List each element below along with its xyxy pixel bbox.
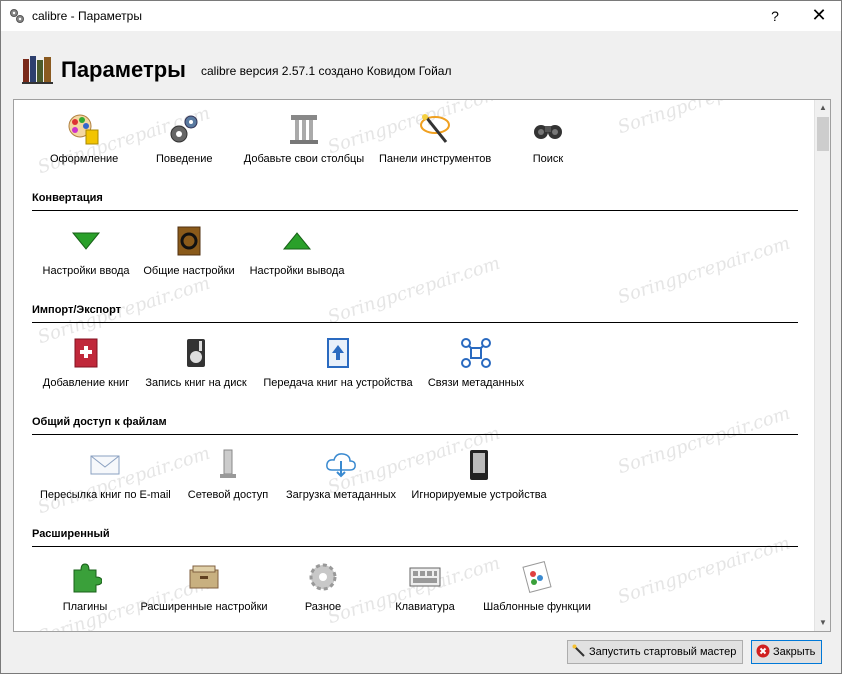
close-circle-icon [756, 644, 770, 658]
pref-saving-books[interactable]: Запись книг на диск [142, 336, 250, 389]
pref-label: Запись книг на диск [145, 377, 247, 389]
welcome-wizard-button[interactable]: Запустить стартовый мастер [567, 640, 744, 664]
scroll-up-arrow-icon[interactable]: ▲ [815, 100, 830, 116]
section-title-conversion: Конвертация [32, 192, 103, 204]
pref-label: Общие настройки [143, 265, 235, 277]
section-title-advanced: Расширенный [32, 528, 110, 540]
pref-label: Шаблонные функции [483, 601, 591, 613]
add-book-icon [74, 338, 98, 368]
pref-label: Клавиатура [395, 601, 455, 613]
pref-tweaks[interactable]: Расширенные настройки [140, 560, 268, 613]
library-books-icon [22, 56, 53, 84]
keyboard-icon [409, 567, 441, 587]
pref-email[interactable]: Пересылка книг по E-mail [40, 448, 171, 501]
binoculars-icon [534, 125, 562, 139]
pref-server[interactable]: Сетевой доступ [184, 448, 272, 501]
window-title: calibre - Параметры [32, 9, 142, 23]
window-close-button[interactable]: ✕ [797, 1, 841, 31]
pref-common-options[interactable]: Общие настройки [142, 224, 236, 277]
section-divider [32, 546, 798, 547]
pref-label: Поведение [156, 153, 213, 165]
section-title-import-export: Импорт/Экспорт [32, 304, 122, 316]
pref-plugins[interactable]: Плагины [60, 560, 110, 613]
section-divider [32, 210, 798, 211]
book-convert-icon [177, 226, 201, 256]
pref-behavior[interactable]: Поведение [156, 112, 213, 165]
preferences-window: calibre - Параметры ? ✕ Параметры calibr… [0, 0, 842, 674]
pref-template-functions[interactable]: Шаблонные функции [482, 560, 592, 613]
drawer-icon [189, 565, 219, 589]
watermark-text: Soringpcrepair.com [615, 532, 793, 609]
help-button[interactable]: ? [753, 1, 797, 31]
watermark-text: Soringpcrepair.com [615, 99, 793, 139]
calibre-app-icon [10, 9, 24, 23]
watermark-text: Soringpcrepair.com [615, 402, 793, 479]
plugin-icon [73, 563, 102, 593]
pref-keyboard[interactable]: Клавиатура [388, 560, 462, 613]
pref-metadata-download[interactable]: Загрузка метаданных [284, 448, 398, 501]
pref-label: Сетевой доступ [187, 489, 269, 501]
scroll-down-arrow-icon[interactable]: ▼ [815, 615, 830, 631]
pref-label: Добавление книг [42, 377, 130, 389]
title-bar[interactable]: calibre - Параметры ? ✕ [1, 1, 841, 31]
watermark-text: Soringpcrepair.com [325, 252, 503, 329]
pref-label: Расширенные настройки [140, 601, 268, 613]
pref-toolbars[interactable]: Панели инструментов [379, 112, 491, 165]
cloud-download-icon [326, 453, 356, 478]
watermark-text: Soringpcrepair.com [615, 232, 793, 309]
pref-label: Плагины [62, 601, 108, 613]
arrow-up-icon [282, 232, 312, 250]
wand-icon [420, 114, 450, 143]
pref-label: Добавьте свои столбцы [243, 153, 365, 165]
pref-output-options[interactable]: Настройки вывода [248, 224, 346, 277]
pref-label: Пересылка книг по E-mail [40, 489, 171, 501]
pref-label: Игнорируемые устройства [411, 489, 547, 501]
pref-label: Настройки вывода [249, 265, 345, 277]
arrow-down-icon [71, 232, 101, 250]
pref-search[interactable]: Поиск [527, 112, 569, 165]
template-functions-icon [522, 560, 552, 594]
pref-label: Передача книг на устройства [263, 377, 413, 389]
metadata-links-icon [461, 338, 491, 368]
appearance-icon [68, 114, 99, 145]
close-button[interactable]: Закрыть [751, 640, 823, 664]
pref-label: Панели инструментов [379, 153, 492, 165]
pref-label: Загрузка метаданных [286, 489, 396, 501]
ereader-icon [470, 450, 488, 480]
pref-miscellaneous[interactable]: Разное [298, 560, 348, 613]
pref-label: Настройки ввода [42, 265, 130, 277]
section-divider [32, 434, 798, 435]
section-divider [32, 322, 798, 323]
column-icon [290, 115, 318, 144]
wand-icon [572, 644, 585, 657]
vertical-scrollbar[interactable]: ▲ ▼ [814, 100, 830, 631]
network-server-icon [220, 449, 236, 478]
email-icon [90, 455, 120, 475]
pref-label: Поиск [532, 153, 564, 165]
misc-gear-icon [309, 563, 337, 591]
pref-input-options[interactable]: Настройки ввода [40, 224, 132, 277]
pref-label: Связи метаданных [427, 377, 525, 389]
pref-metadata-plugboards[interactable]: Связи метаданных [426, 336, 526, 389]
pref-custom-columns[interactable]: Добавьте свои столбцы [243, 112, 365, 165]
version-info: calibre версия 2.57.1 создано Ковидом Го… [201, 64, 452, 78]
pref-label: Разное [304, 601, 342, 613]
page-title: Параметры [61, 57, 186, 82]
pref-label: Оформление [50, 153, 119, 165]
save-disk-icon [187, 339, 205, 367]
preferences-panel: Soringpcrepair.com Soringpcrepair.com So… [13, 99, 831, 632]
close-button-label: Закрыть [773, 646, 816, 658]
gears-icon [170, 115, 198, 143]
pref-adding-books[interactable]: Добавление книг [40, 336, 132, 389]
welcome-wizard-label: Запустить стартовый мастер [589, 646, 737, 658]
section-title-sharing: Общий доступ к файлам [32, 416, 167, 428]
scroll-thumb[interactable] [817, 117, 829, 151]
pref-sending-to-device[interactable]: Передача книг на устройства [260, 336, 416, 389]
pref-ignored-devices[interactable]: Игнорируемые устройства [410, 448, 548, 501]
pref-appearance[interactable]: Оформление [50, 112, 119, 165]
send-device-icon [327, 338, 349, 368]
